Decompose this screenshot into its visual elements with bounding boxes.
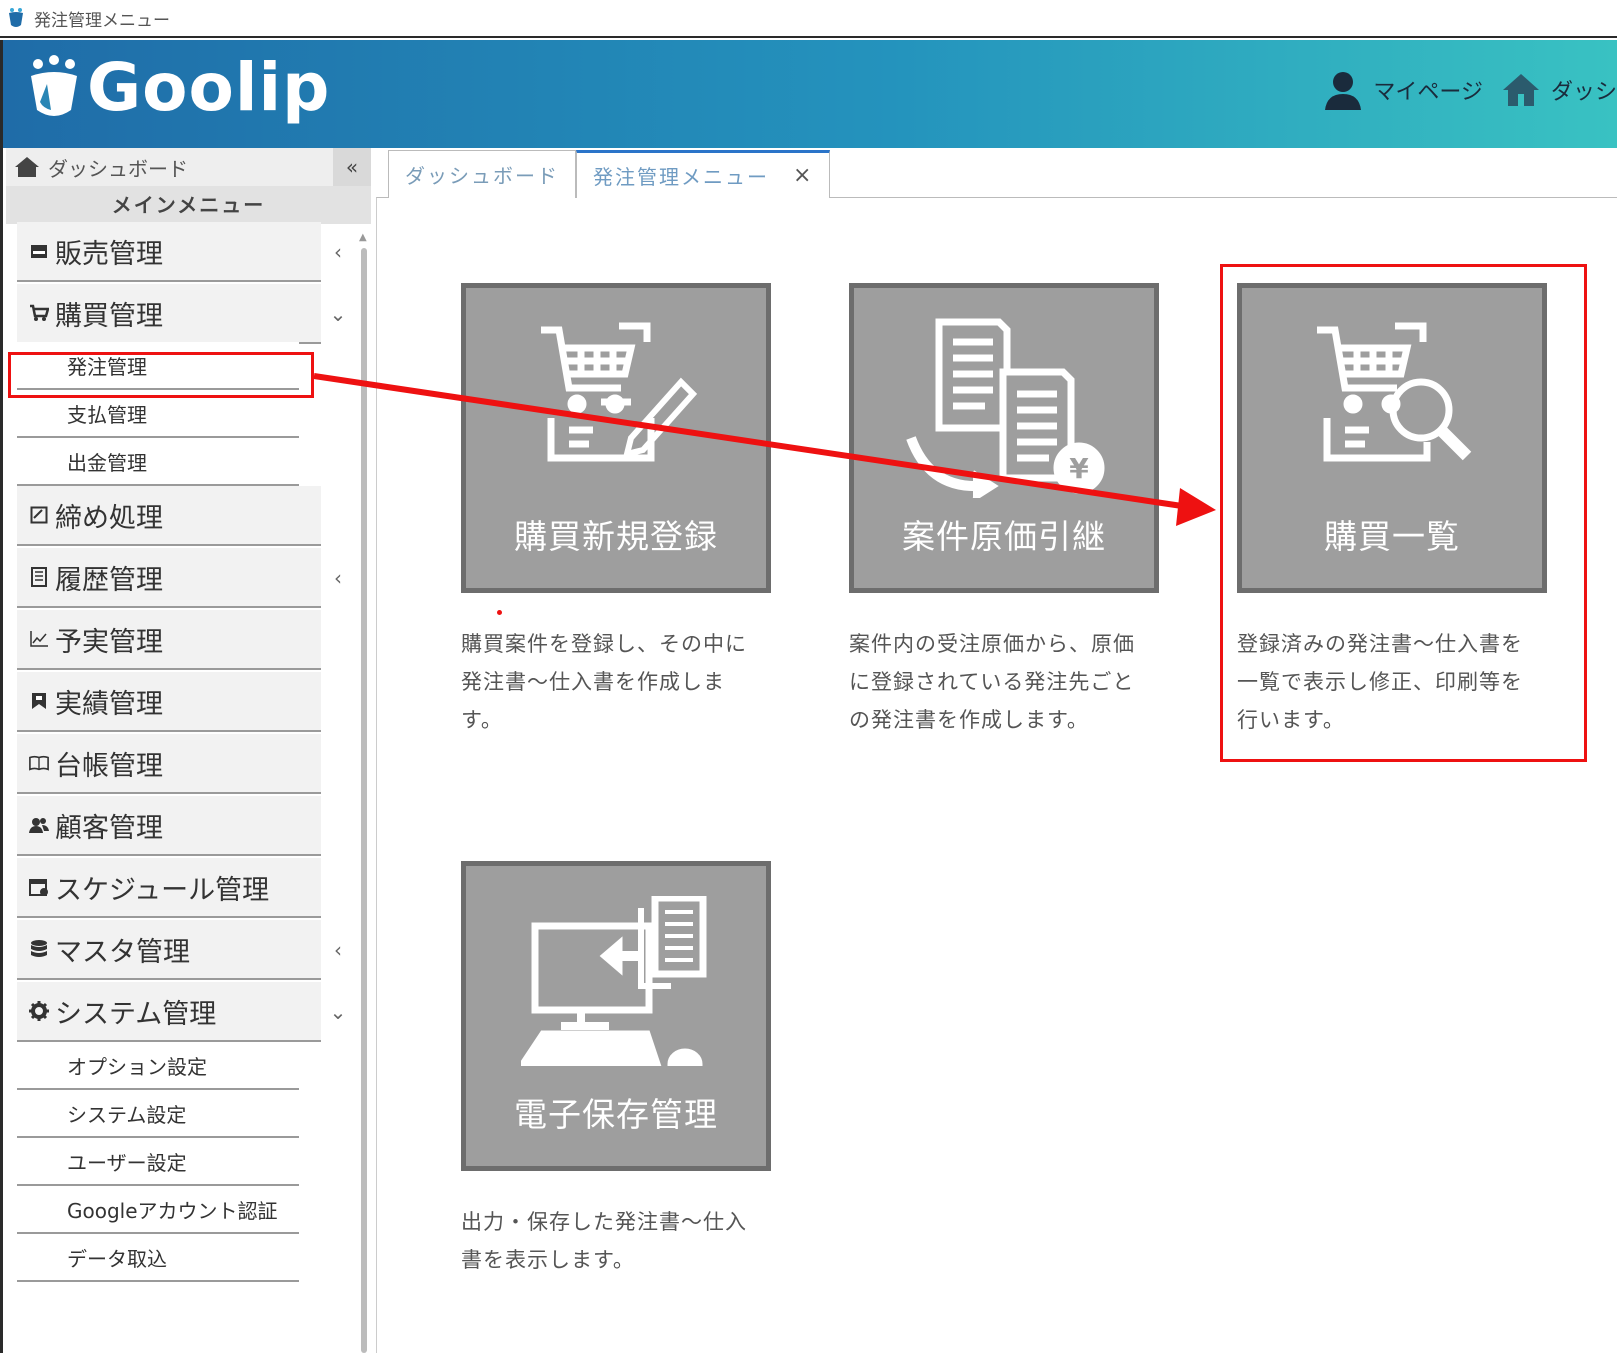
scrollbar-thumb[interactable]	[361, 248, 367, 1353]
mypage-link[interactable]: マイページ	[1323, 70, 1483, 110]
description-line: 出力・保存した発注書～仕入	[461, 1210, 747, 1234]
sidebar-dashboard-link[interactable]: ダッシュボード	[6, 148, 336, 186]
sidebar-item-label: 販売管理	[55, 238, 163, 270]
chevron-left-icon[interactable]: ‹	[323, 222, 353, 282]
sidebar-item-label: システム管理	[55, 998, 217, 1030]
scroll-up-arrow-icon[interactable]: ▲	[359, 232, 367, 243]
documents-yen-icon: ¥	[906, 318, 1105, 498]
bookmark-icon	[32, 693, 46, 709]
sidebar-item-master[interactable]: マスタ管理	[17, 920, 321, 980]
sidebar: ダッシュボード « メインメニュー ▲ 販売管理 ‹ 購買管理 ⌄ 発注管理 支…	[0, 148, 371, 1353]
tile-label: 購買新規登録	[514, 517, 718, 556]
dashboard-link[interactable]: ダッシ	[1501, 72, 1617, 108]
sidebar-item-sales[interactable]: 販売管理	[17, 222, 321, 282]
annotation-dot	[497, 610, 502, 615]
sidebar-subitem-google-auth[interactable]: Googleアカウント認証	[17, 1186, 299, 1234]
sidebar-item-label: マスタ管理	[55, 936, 190, 968]
sidebar-item-history[interactable]: 履歴管理	[17, 548, 321, 608]
sidebar-subitem-data-import[interactable]: データ取込	[17, 1234, 299, 1282]
tile-electronic-storage[interactable]: 電子保存管理	[461, 861, 771, 1171]
description-line: 案件内の受注原価から、原価	[849, 632, 1135, 656]
book-icon	[29, 755, 49, 771]
tile-description: 出力・保存した発注書～仕入 書を表示します。	[461, 1203, 771, 1279]
description-line: 購買案件を登録し、その中に	[461, 632, 747, 656]
sidebar-item-customers[interactable]: 顧客管理	[17, 796, 321, 856]
sidebar-item-label: 顧客管理	[55, 812, 163, 844]
sidebar-collapse-button[interactable]: «	[333, 148, 371, 186]
sidebar-dashboard-label: ダッシュボード	[48, 156, 188, 181]
tab-dashboard[interactable]: ダッシュボード	[388, 150, 576, 198]
sidebar-subitem-user-settings[interactable]: ユーザー設定	[17, 1138, 299, 1186]
cart-edit-icon	[541, 322, 698, 462]
chevron-down-icon[interactable]: ⌄	[323, 284, 353, 344]
database-icon	[31, 940, 47, 957]
calendar-icon	[29, 879, 48, 896]
brand-name: Goolip	[87, 49, 331, 126]
window-title: 発注管理メニュー	[34, 10, 170, 31]
tile-description: 購買案件を登録し、その中に 発注書～仕入書を作成しま す。	[461, 625, 771, 739]
tab-label: ダッシュボード	[405, 164, 559, 188]
sidebar-item-closing[interactable]: 締め処理	[17, 486, 321, 546]
sidebar-item-label: 実績管理	[55, 688, 163, 720]
sidebar-item-label: スケジュール管理	[55, 874, 270, 906]
user-icon	[1325, 72, 1362, 110]
chevron-left-icon[interactable]: ‹	[323, 548, 353, 608]
main-menu-heading: メインメニュー	[6, 186, 371, 224]
home-icon	[15, 157, 39, 177]
tab-bar: ダッシュボード 発注管理メニュー ×	[388, 150, 831, 198]
sidebar-item-schedule[interactable]: スケジュール管理	[17, 858, 321, 918]
sidebar-subitem-disbursement-management[interactable]: 出金管理	[17, 438, 299, 486]
chevron-left-icon[interactable]: ‹	[323, 920, 353, 980]
annotation-highlight-purchase-list	[1220, 264, 1587, 762]
checkbox-icon	[30, 506, 48, 524]
goolip-logo[interactable]: Goolip	[25, 54, 330, 122]
description-line: す。	[461, 708, 503, 732]
tile-label: 案件原価引継	[902, 517, 1106, 556]
app-logo-icon	[9, 8, 23, 27]
description-line: に登録されている発注先ごと	[849, 670, 1135, 694]
tile-description: 案件内の受注原価から、原価 に登録されている発注先ごと の発注書を作成します。	[849, 625, 1159, 739]
cart-icon	[30, 304, 49, 321]
tile-label: 電子保存管理	[514, 1095, 718, 1134]
sidebar-item-ledger[interactable]: 台帳管理	[17, 734, 321, 794]
tile-new-purchase[interactable]: 購買新規登録	[461, 283, 771, 593]
sidebar-item-label: 予実管理	[55, 626, 163, 658]
chevron-down-icon[interactable]: ⌄	[323, 982, 353, 1042]
sidebar-subitem-option-settings[interactable]: オプション設定	[17, 1042, 299, 1090]
tab-label: 発注管理メニュー	[593, 165, 769, 189]
sidebar-item-label: 締め処理	[55, 502, 163, 534]
home-icon	[1502, 74, 1539, 106]
sidebar-scrollbar[interactable]: ▲	[359, 232, 369, 1353]
sidebar-item-system[interactable]: システム管理	[17, 982, 321, 1042]
tulip-logo-icon	[31, 55, 77, 116]
sidebar-item-label: 購買管理	[55, 300, 163, 332]
tab-order-menu[interactable]: 発注管理メニュー ×	[576, 150, 831, 198]
description-line: の発注書を作成します。	[849, 708, 1089, 732]
history-icon	[31, 567, 47, 587]
users-icon	[29, 818, 49, 833]
window-titlebar: 発注管理メニュー	[0, 0, 1617, 38]
store-icon	[31, 245, 47, 258]
sidebar-item-label: 履歴管理	[55, 564, 163, 596]
description-line: 書を表示します。	[461, 1248, 635, 1272]
sidebar-item-results[interactable]: 実績管理	[17, 672, 321, 732]
app-header: Goolip マイページ ダッシ	[0, 40, 1617, 148]
close-icon[interactable]: ×	[793, 163, 813, 188]
svg-text:¥: ¥	[1069, 452, 1089, 485]
tile-project-cost-transfer[interactable]: ¥ 案件原価引継	[849, 283, 1159, 593]
dashboard-link-label: ダッシ	[1550, 80, 1617, 105]
gear-icon	[29, 1001, 49, 1021]
line-chart-icon	[30, 631, 48, 647]
sidebar-item-label: 台帳管理	[55, 750, 163, 782]
computer-import-icon	[521, 896, 707, 1066]
annotation-highlight-order-management	[8, 352, 314, 398]
mypage-label: マイページ	[1373, 80, 1483, 105]
sidebar-item-budget-actual[interactable]: 予実管理	[17, 610, 321, 670]
sidebar-item-purchase[interactable]: 購買管理	[17, 284, 321, 344]
description-line: 発注書～仕入書を作成しま	[461, 670, 725, 694]
sidebar-subitem-system-settings[interactable]: システム設定	[17, 1090, 299, 1138]
